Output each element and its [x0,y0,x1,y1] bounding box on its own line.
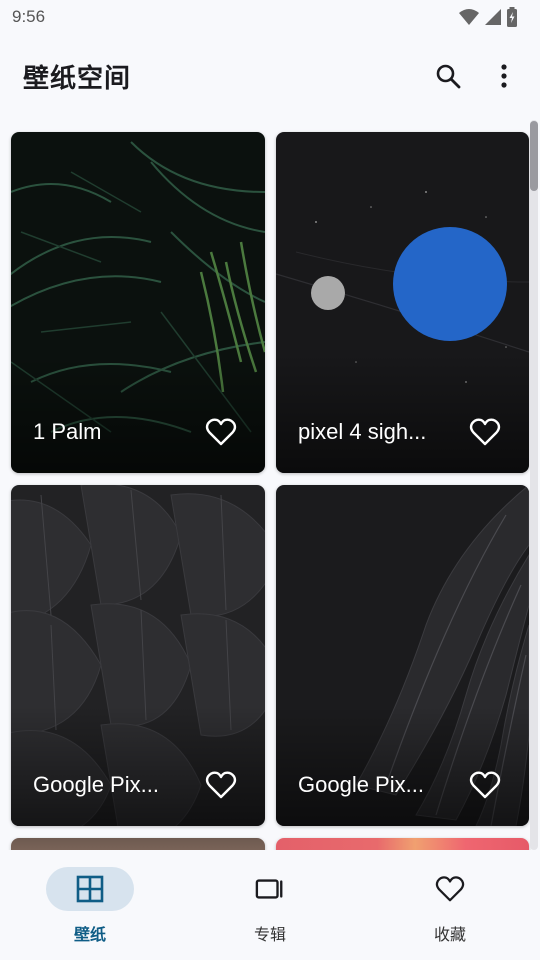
card-gradient [276,706,529,826]
cellular-signal-icon [485,9,501,25]
status-icons [458,7,518,27]
nav-label: 专辑 [253,925,286,944]
nav-label: 壁纸 [73,925,106,944]
card-gradient [11,706,265,826]
scrollbar-thumb[interactable] [530,121,538,191]
search-icon [436,64,461,89]
wallpaper-card[interactable]: Google Pix... [276,485,529,826]
wifi-icon [459,9,479,25]
favorite-icon[interactable] [469,417,501,447]
app-bar-actions [426,56,526,96]
wallpaper-card[interactable]: pixel 4 sigh... [276,132,529,473]
wallpaper-title: Google Pix... [298,772,424,797]
favorite-icon[interactable] [205,770,237,800]
wallpaper-card[interactable] [11,838,265,850]
bottom-navigation: 壁纸 专辑 收藏 [0,850,540,960]
wallpaper-title: Google Pix... [33,772,159,797]
card-gradient [276,353,529,473]
wallpaper-card[interactable]: Google Pix... [11,485,265,826]
battery-charging-icon [507,7,517,27]
wallpaper-title: pixel 4 sigh... [298,419,427,444]
nav-item-albums[interactable]: 专辑 [180,850,360,960]
wallpaper-thumbnail [11,838,265,850]
card-gradient [11,353,265,473]
wallpaper-thumbnail [276,838,529,850]
heart-icon [435,876,465,902]
app-bar: 壁纸空间 [0,46,540,106]
nav-item-favorites[interactable]: 收藏 [360,850,540,960]
wallpaper-card[interactable]: 1 Palm [11,132,265,473]
wallpaper-card[interactable] [276,838,529,850]
album-icon [255,879,283,899]
search-button[interactable] [426,56,470,96]
favorite-icon[interactable] [205,417,237,447]
page-title: 壁纸空间 [23,64,132,94]
wallpaper-title: 1 Palm [33,419,102,444]
grid-icon [76,875,104,903]
more-vert-icon [501,64,507,88]
more-options-button[interactable] [482,56,526,96]
status-time: 9:56 [12,7,46,26]
nav-label: 收藏 [433,925,466,944]
favorite-icon[interactable] [469,770,501,800]
status-bar: 9:56 [0,0,540,34]
scrollbar-track[interactable] [530,120,538,850]
wallpaper-grid[interactable]: 1 Palm pixel 4 sigh... Google Pix... Goo… [0,120,540,850]
nav-item-wallpapers[interactable]: 壁纸 [0,850,180,960]
